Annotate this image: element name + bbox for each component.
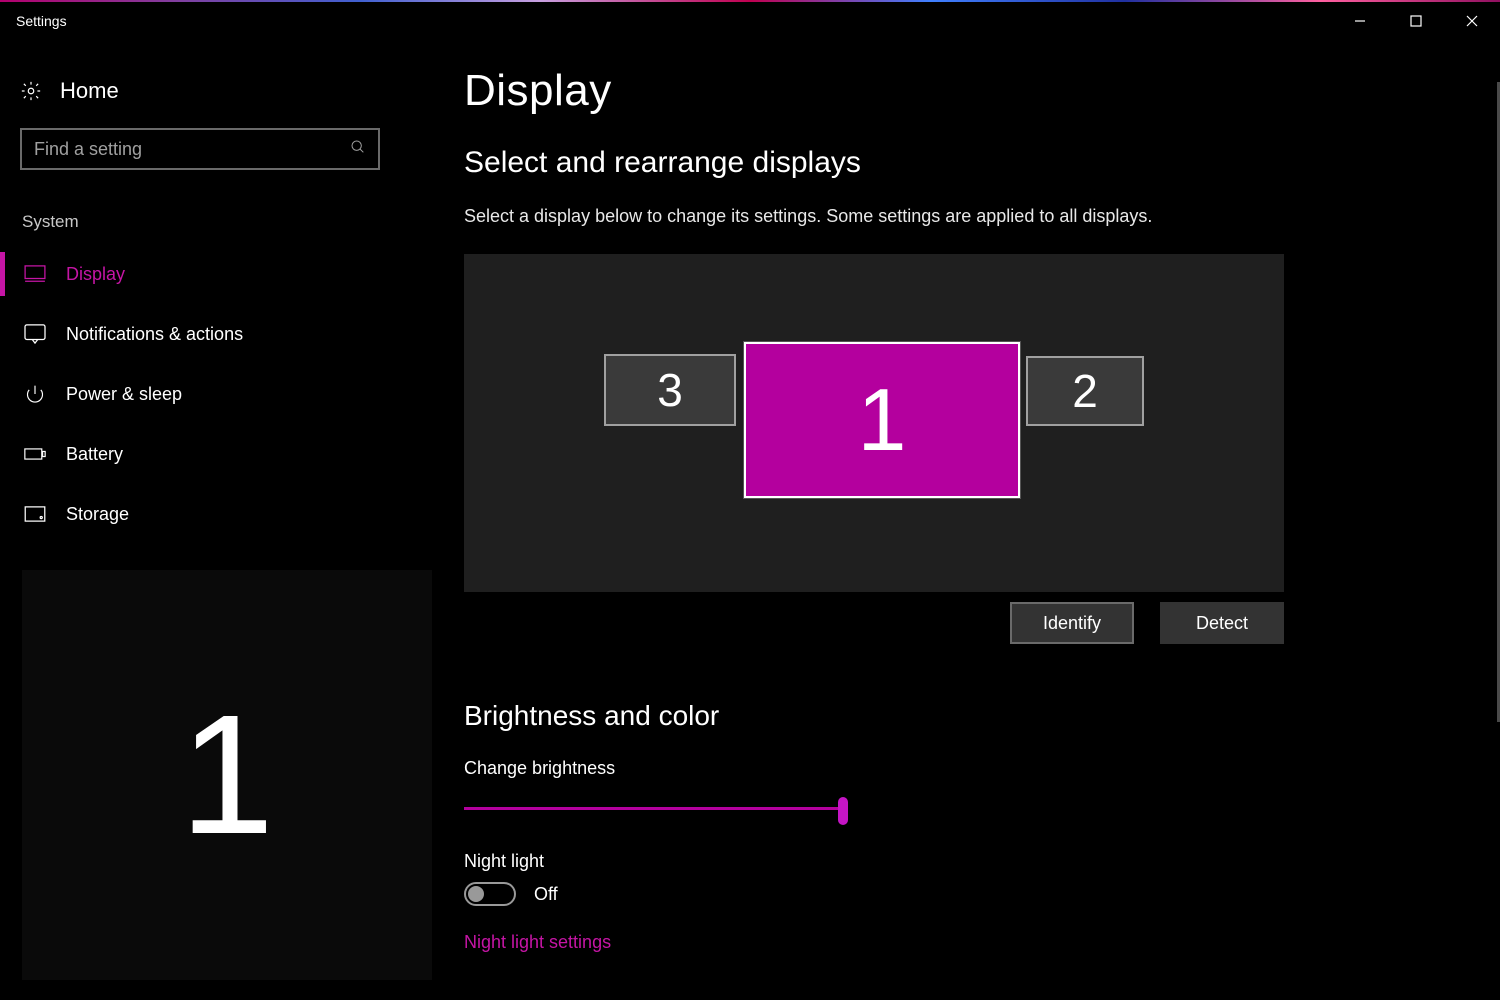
arrange-description: Select a display below to change its set… (464, 204, 1480, 228)
power-icon (24, 383, 46, 405)
sidebar-item-battery[interactable]: Battery (0, 424, 400, 484)
storage-icon (24, 503, 46, 525)
sidebar-item-storage[interactable]: Storage (0, 484, 400, 544)
display-arrangement-area[interactable]: 3 1 2 (464, 254, 1284, 592)
sidebar-item-label: Power & sleep (66, 384, 182, 405)
night-light-settings-link[interactable]: Night light settings (464, 932, 611, 953)
night-light-row: Off (464, 882, 1480, 906)
sidebar-item-label: Battery (66, 444, 123, 465)
sidebar-category: System (0, 186, 400, 244)
slider-track (464, 807, 848, 810)
window-controls (1332, 2, 1500, 40)
sidebar-item-display[interactable]: Display (0, 244, 400, 304)
brightness-label: Change brightness (464, 758, 1480, 779)
detect-button[interactable]: Detect (1160, 602, 1284, 644)
search-icon (350, 139, 366, 160)
brightness-heading: Brightness and color (464, 700, 1480, 732)
battery-icon (24, 443, 46, 465)
night-light-label: Night light (464, 851, 1480, 872)
gear-icon (20, 80, 42, 102)
search-box[interactable] (20, 128, 380, 170)
page-title: Display (464, 66, 1480, 116)
identify-button[interactable]: Identify (1010, 602, 1134, 644)
minimize-button[interactable] (1332, 2, 1388, 40)
search-container (0, 122, 400, 186)
night-light-toggle[interactable] (464, 882, 516, 906)
monitor-tile-2[interactable]: 2 (1026, 356, 1144, 426)
slider-thumb[interactable] (838, 797, 848, 825)
sidebar-item-label: Display (66, 264, 125, 285)
sidebar-item-label: Storage (66, 504, 129, 525)
monitor-icon (24, 263, 46, 285)
night-light-state: Off (534, 884, 558, 905)
home-label: Home (60, 78, 119, 104)
monitor-tile-3[interactable]: 3 (604, 354, 736, 426)
maximize-button[interactable] (1388, 2, 1444, 40)
window-title: Settings (16, 13, 67, 29)
brightness-slider[interactable] (464, 797, 848, 821)
arrange-heading: Select and rearrange displays (464, 146, 1480, 180)
sidebar-item-label: Notifications & actions (66, 324, 243, 345)
home-nav[interactable]: Home (0, 60, 400, 122)
titlebar: Settings (0, 2, 1500, 40)
sidebar-item-notifications[interactable]: Notifications & actions (0, 304, 400, 364)
close-button[interactable] (1444, 2, 1500, 40)
notifications-icon (24, 323, 46, 345)
sidebar-nav: Display Notifications & actions Power & … (0, 244, 400, 544)
content: Display Select and rearrange displays Se… (464, 66, 1480, 1000)
arrange-buttons: Identify Detect (464, 602, 1284, 644)
toggle-knob (468, 886, 484, 902)
identify-overlay: 1 (22, 570, 432, 980)
monitor-tile-1[interactable]: 1 (744, 342, 1020, 498)
search-input[interactable] (34, 139, 314, 160)
sidebar-item-power-sleep[interactable]: Power & sleep (0, 364, 400, 424)
